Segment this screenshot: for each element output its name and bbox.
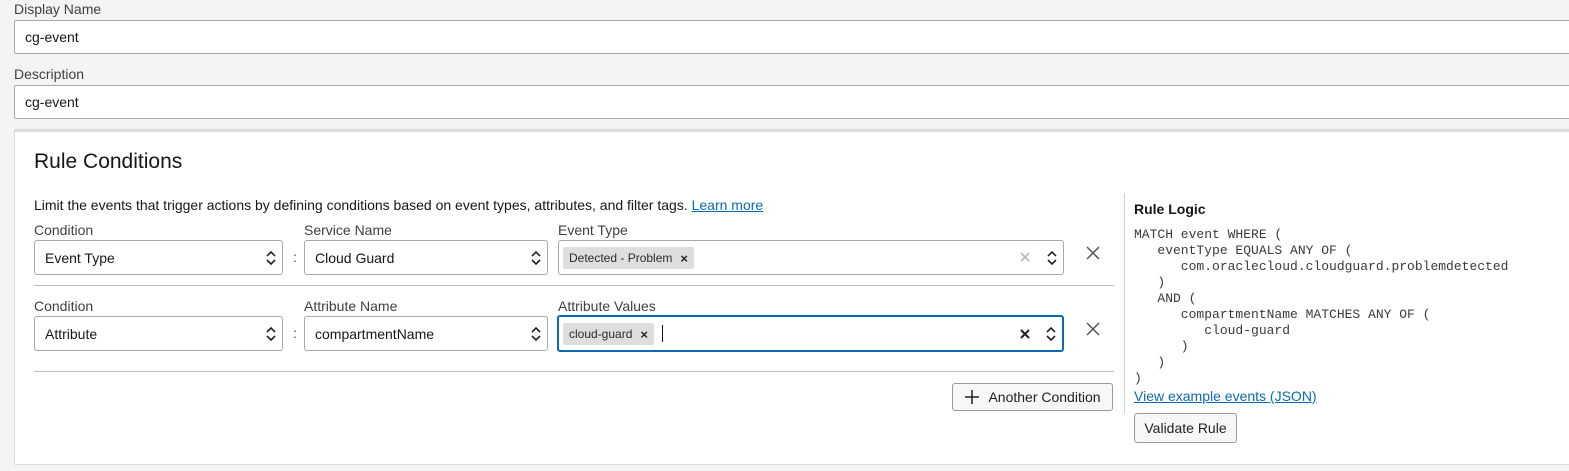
description-text: Limit the events that trigger actions by… [34, 197, 688, 213]
clear-icon[interactable] [1019, 328, 1031, 340]
event-type-chip: Detected - Problem × [563, 247, 694, 269]
attribute-values-label: Attribute Values [558, 298, 656, 314]
event-type-label: Event Type [558, 222, 628, 238]
plus-icon [965, 390, 980, 404]
attribute-name-label: Attribute Name [304, 298, 398, 314]
remove-condition-icon[interactable] [1085, 321, 1101, 337]
condition-separator [34, 371, 1114, 372]
view-example-events-link[interactable]: View example events (JSON) [1134, 388, 1317, 404]
rule-logic-code: MATCH event WHERE ( eventType EQUALS ANY… [1134, 227, 1509, 386]
condition-select-value: Attribute [45, 325, 98, 342]
chip-label: Detected - Problem [569, 251, 673, 265]
attribute-name-value: compartmentName [315, 325, 435, 342]
rule-logic-divider [1124, 193, 1125, 413]
select-arrows-icon [531, 250, 541, 265]
rule-conditions-description: Limit the events that trigger actions by… [34, 197, 763, 213]
condition-select-value: Event Type [45, 249, 115, 266]
display-name-label: Display Name [14, 1, 102, 17]
clear-icon[interactable] [1019, 251, 1031, 263]
condition-select[interactable]: Attribute [34, 316, 283, 351]
rule-logic-title: Rule Logic [1134, 201, 1206, 217]
attribute-value-chip: cloud-guard × [563, 323, 654, 345]
another-condition-button[interactable]: Another Condition [952, 383, 1113, 411]
description-label: Description [14, 66, 85, 82]
text-caret [662, 325, 663, 342]
rule-conditions-title: Rule Conditions [34, 150, 183, 173]
another-condition-label: Another Condition [988, 389, 1101, 405]
select-arrows-icon [266, 250, 276, 265]
chip-remove-icon[interactable]: × [680, 251, 688, 266]
validate-rule-button[interactable]: Validate Rule [1134, 413, 1237, 443]
condition-label: Condition [34, 222, 94, 238]
condition-colon: : [293, 325, 297, 341]
service-name-label: Service Name [304, 222, 392, 238]
select-arrows-icon [531, 326, 541, 341]
service-name-value: Cloud Guard [315, 249, 395, 266]
condition-select[interactable]: Event Type [34, 240, 283, 275]
display-name-input[interactable]: cg-event [14, 20, 1569, 54]
description-input[interactable]: cg-event [14, 85, 1569, 119]
service-name-select[interactable]: Cloud Guard [304, 240, 548, 275]
condition-separator [34, 285, 1114, 286]
condition-colon: : [293, 249, 297, 265]
select-arrows-icon [1047, 250, 1057, 265]
attribute-name-select[interactable]: compartmentName [304, 316, 548, 351]
remove-condition-icon[interactable] [1085, 245, 1101, 261]
learn-more-link[interactable]: Learn more [692, 197, 764, 213]
chip-label: cloud-guard [569, 327, 633, 341]
select-arrows-icon [266, 326, 276, 341]
condition-label: Condition [34, 298, 94, 314]
chip-remove-icon[interactable]: × [640, 327, 648, 342]
select-arrows-icon [1046, 326, 1056, 341]
